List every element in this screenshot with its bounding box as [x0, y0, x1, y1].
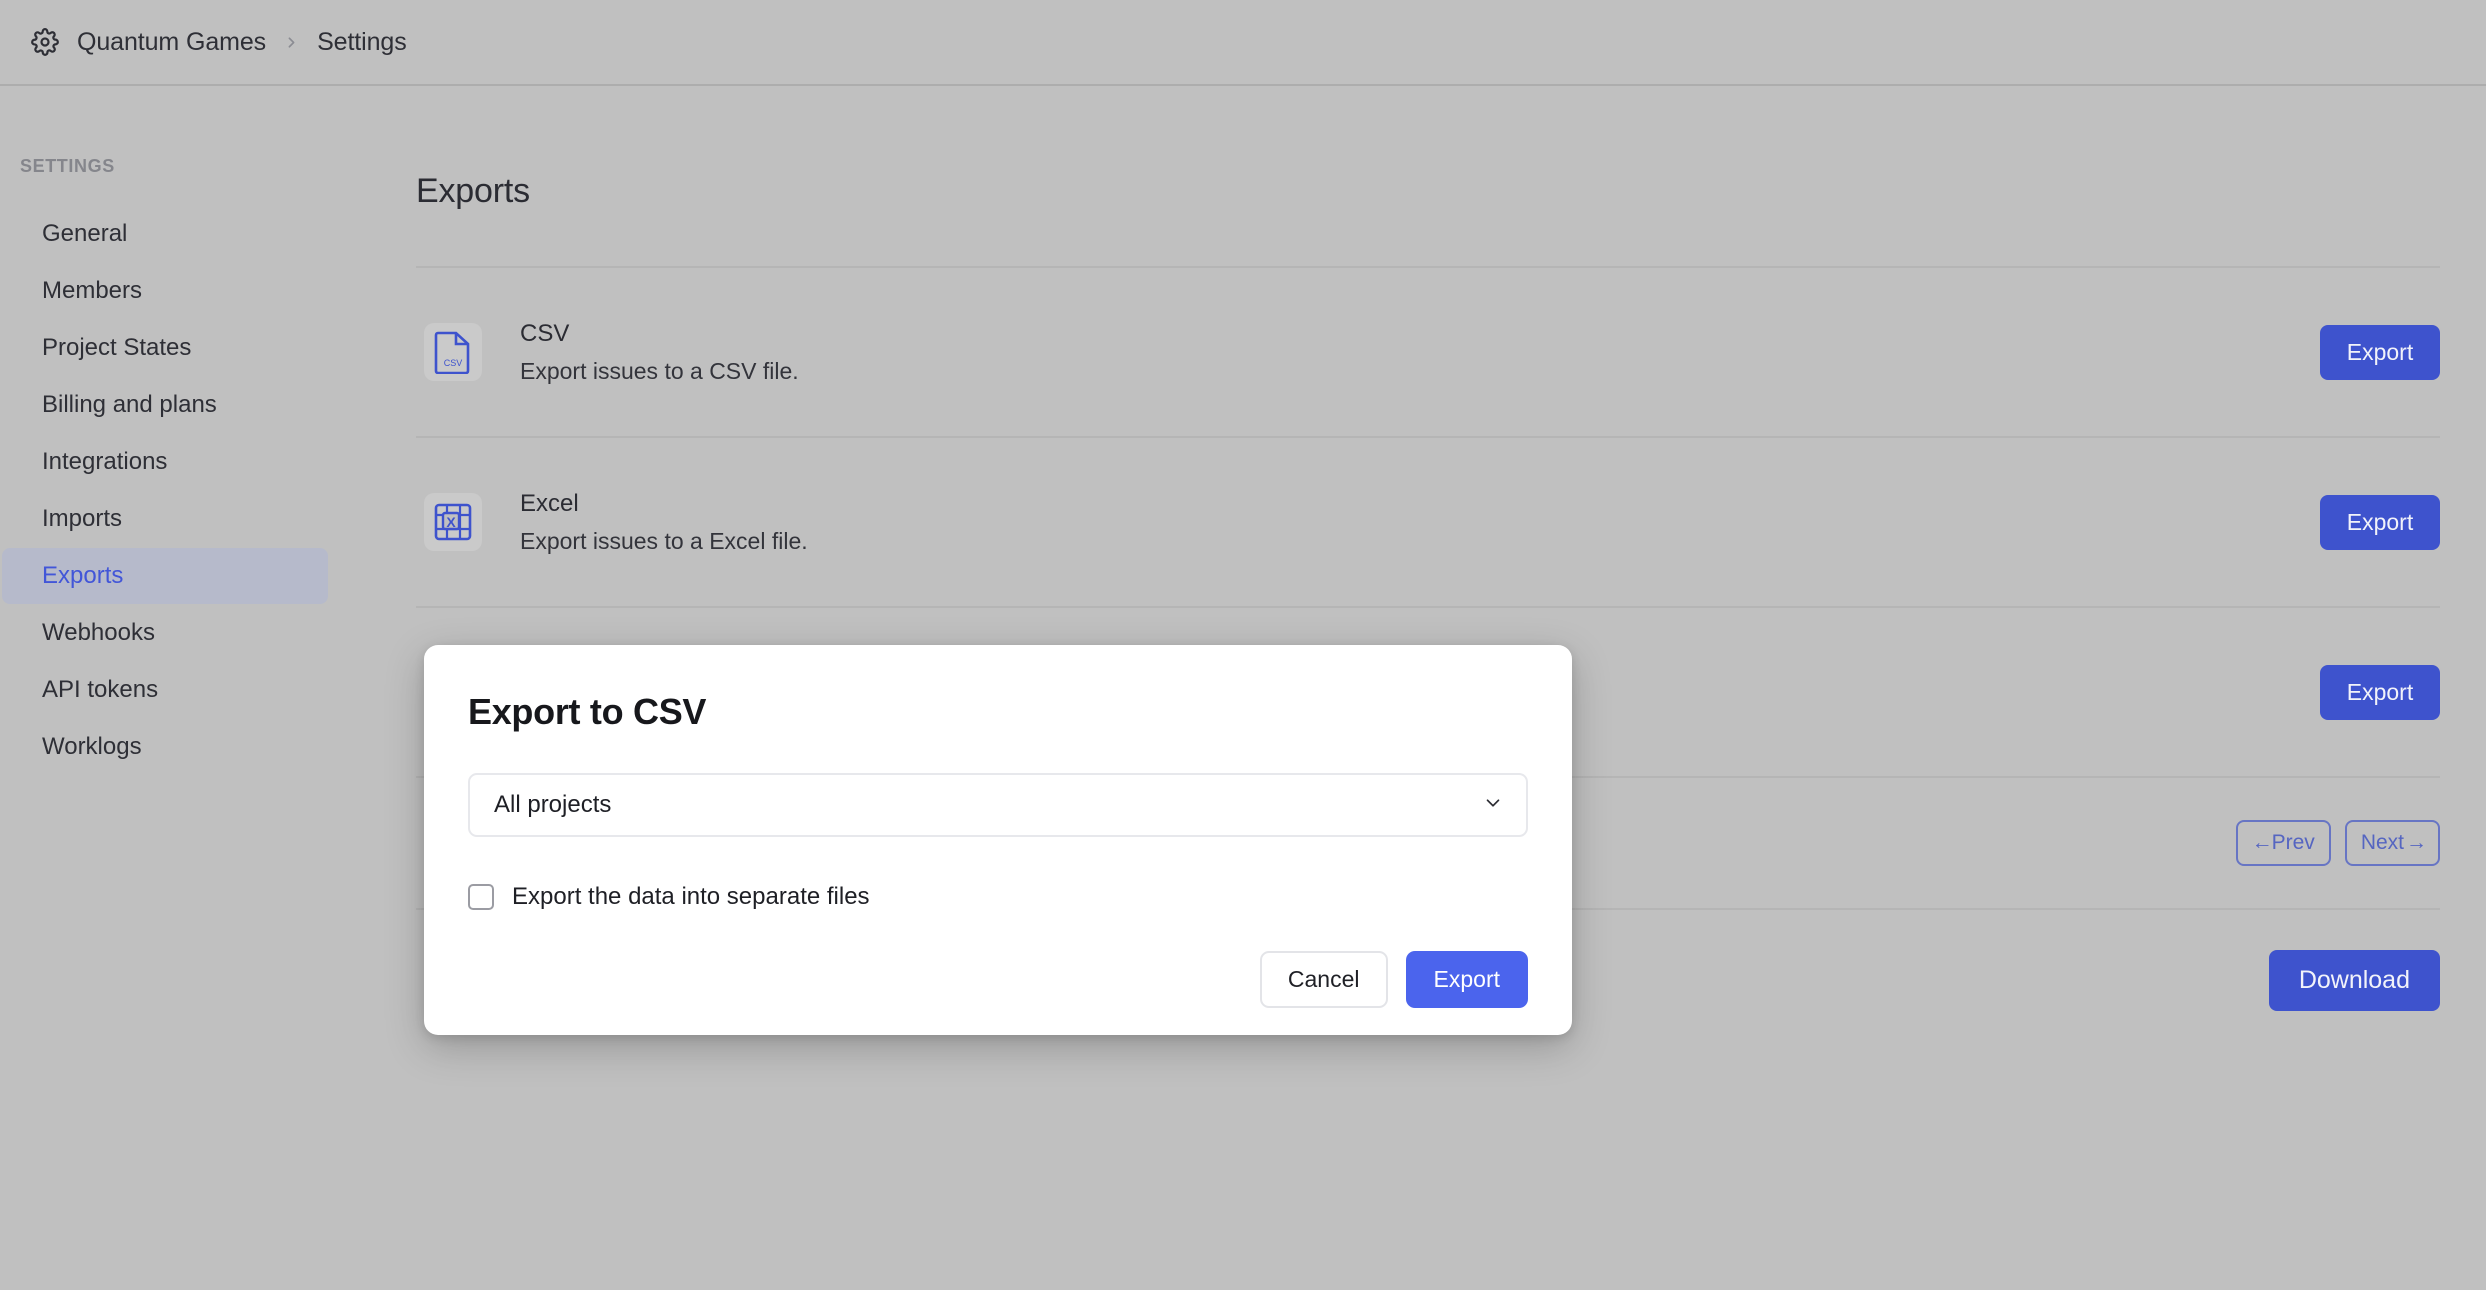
project-select-value: All projects — [494, 791, 612, 818]
cancel-button[interactable]: Cancel — [1259, 951, 1388, 1008]
modal-backdrop[interactable]: Export to CSV All projects Export the da… — [0, 0, 2486, 1290]
export-to-csv-dialog: Export to CSV All projects Export the da… — [424, 645, 1572, 1035]
dialog-title: Export to CSV — [468, 691, 707, 732]
separate-files-label: Export the data into separate files — [512, 883, 870, 910]
separate-files-checkbox[interactable] — [468, 884, 494, 910]
dialog-export-button[interactable]: Export — [1405, 951, 1528, 1008]
separate-files-row: Export the data into separate files — [468, 883, 1528, 911]
chevron-down-icon — [1482, 792, 1504, 819]
project-select[interactable]: All projects — [468, 773, 1528, 837]
dialog-actions: Cancel Export — [468, 951, 1528, 1008]
